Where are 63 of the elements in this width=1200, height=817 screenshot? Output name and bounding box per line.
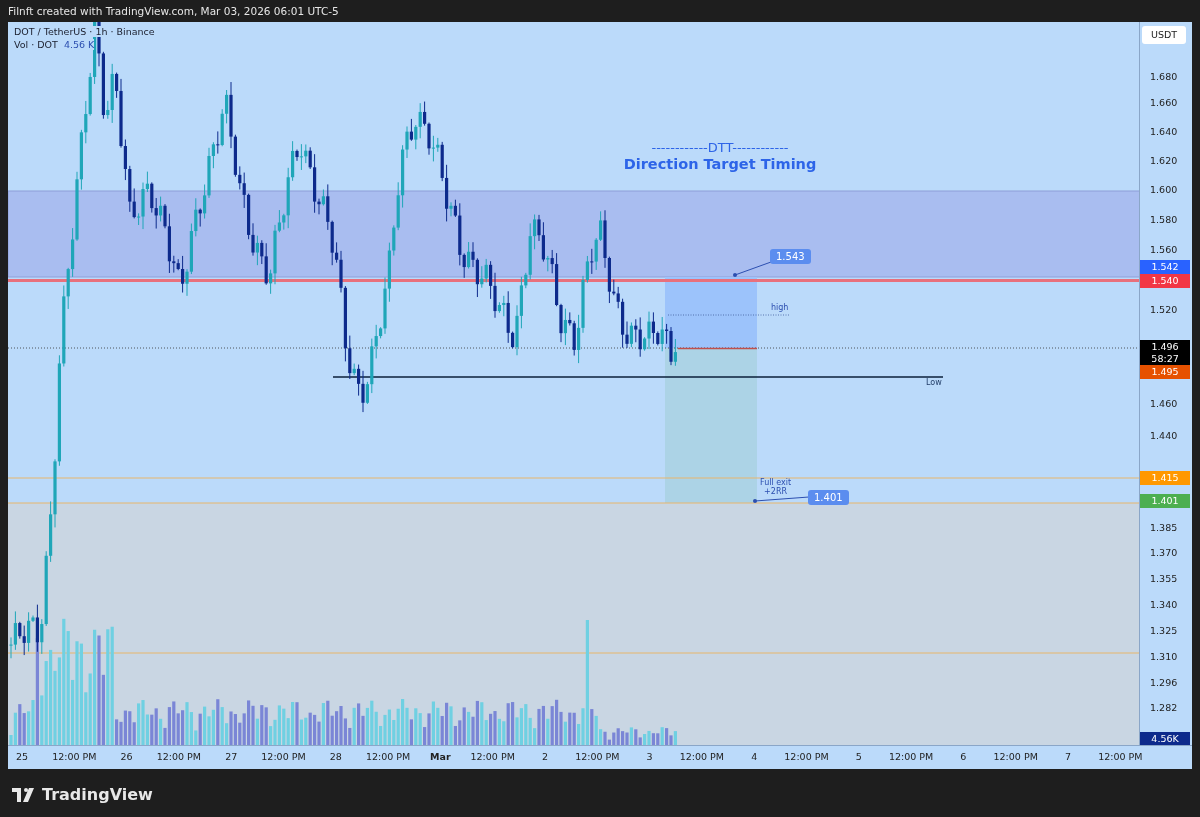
- time-label: 2: [540, 751, 549, 762]
- price-label: 1.520: [1150, 303, 1178, 317]
- brand-name: TradingView: [42, 785, 153, 804]
- time-label: 27: [224, 751, 239, 762]
- time-label: 7: [1063, 751, 1072, 762]
- price-tag: 4.56K: [1140, 732, 1191, 746]
- price-label: 1.355: [1150, 572, 1178, 586]
- volume-value: 4.56 K: [63, 39, 95, 50]
- price-label: 1.340: [1150, 598, 1178, 612]
- currency-button[interactable]: USDT: [1142, 26, 1187, 44]
- time-label: 12:00 PM: [783, 751, 830, 762]
- price-label: 1.640: [1150, 125, 1178, 139]
- time-label: 25: [14, 751, 30, 762]
- price-tag: 1.542: [1140, 260, 1191, 274]
- time-label: 12:00 PM: [992, 751, 1039, 762]
- price-tag: 1.401: [1140, 494, 1191, 508]
- time-label: 4: [750, 751, 759, 762]
- price-tag: 1.540: [1140, 274, 1191, 288]
- volume-label: Vol · DOT: [14, 39, 58, 50]
- time-label: Mar: [429, 751, 452, 762]
- dtt-title: Direction Target Timing: [623, 155, 817, 173]
- price-callout: 1.543: [770, 249, 811, 264]
- time-label: 3: [645, 751, 654, 762]
- callout-leader-line: [733, 261, 772, 277]
- time-label: 6: [959, 751, 968, 762]
- time-label: 12:00 PM: [364, 751, 412, 762]
- callout-leader-line: [753, 496, 810, 503]
- price-label: 1.325: [1150, 624, 1178, 638]
- symbol-label: DOT / TetherUS · 1h · Binance: [14, 26, 155, 37]
- price-callout: 1.401: [808, 490, 849, 505]
- price-label: 1.620: [1150, 154, 1178, 168]
- price-label: 1.600: [1150, 183, 1178, 197]
- logo-icon: [12, 787, 36, 802]
- price-label: 1.296: [1150, 676, 1178, 690]
- price-label: 1.560: [1150, 243, 1178, 257]
- price-label: 1.385: [1150, 521, 1178, 535]
- time-label: 12:00 PM: [469, 751, 516, 762]
- price-label: 1.580: [1150, 213, 1178, 227]
- time-label: 12:00 PM: [51, 751, 98, 762]
- time-label: 26: [119, 751, 134, 762]
- time-label: 5: [854, 751, 863, 762]
- price-tag: 1.496 58:27: [1140, 340, 1191, 366]
- time-label: 12:00 PM: [574, 751, 621, 762]
- time-label: 28: [328, 751, 343, 762]
- price-label: 1.440: [1150, 429, 1178, 443]
- price-tag: 1.495: [1140, 365, 1191, 379]
- high-label: high: [771, 303, 789, 312]
- time-label: 12:00 PM: [155, 751, 203, 762]
- exit-label: Full exit +2RR: [760, 478, 792, 496]
- time-label: 12:00 PM: [678, 751, 726, 762]
- chart-caption: Filnft created with TradingView.com, Mar 03, 2026 06:01 UTC-5: [7, 4, 340, 19]
- price-label: 1.370: [1150, 546, 1178, 560]
- time-label: 12:00 PM: [887, 751, 935, 762]
- price-label: 1.660: [1150, 96, 1178, 110]
- price-label: 1.460: [1150, 397, 1178, 411]
- low-label: Low: [926, 378, 942, 387]
- time-label: 12:00 PM: [260, 751, 307, 762]
- price-tag: 1.415: [1140, 471, 1191, 485]
- price-label: 1.310: [1150, 650, 1178, 664]
- price-label: 1.680: [1150, 70, 1178, 84]
- dtt-divider-text: ------------DTT------------: [651, 140, 789, 155]
- price-label: 1.282: [1150, 701, 1178, 715]
- time-label: 12:00 PM: [1097, 751, 1144, 762]
